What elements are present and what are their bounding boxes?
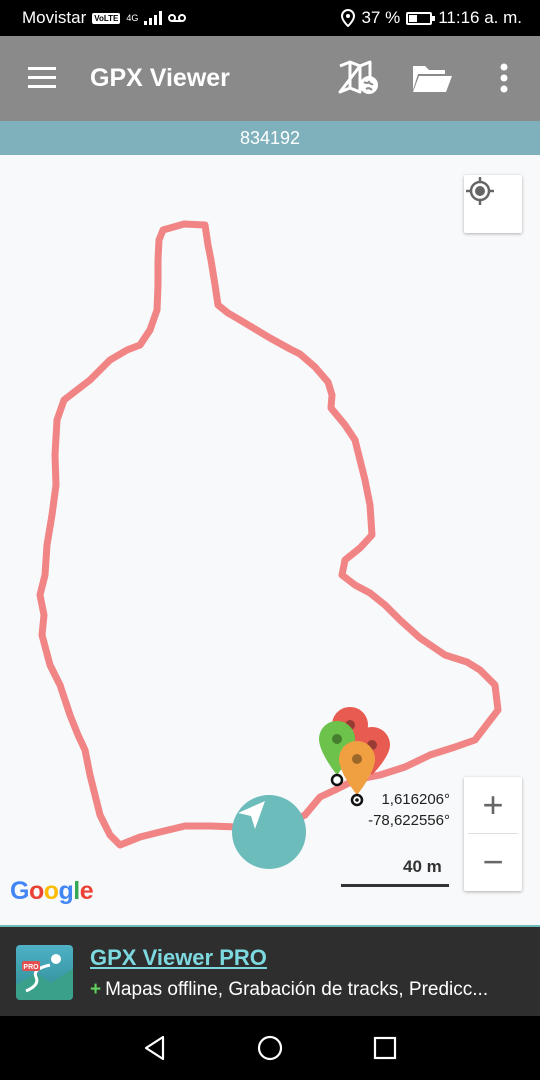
battery-level xyxy=(409,14,417,22)
recents-square-icon[interactable] xyxy=(371,1034,399,1062)
carrier-name: Movistar xyxy=(22,8,87,27)
gpx-track-line xyxy=(36,220,502,849)
app-toolbar: GPX Viewer xyxy=(0,36,540,121)
zoom-in-button[interactable]: + xyxy=(464,777,522,833)
ad-subtitle-text: Mapas offline, Grabación de tracks, Pred… xyxy=(105,979,489,1000)
battery-percent: 37 % xyxy=(361,8,401,27)
track-name-banner: 834192 xyxy=(0,121,540,155)
map-globe-icon[interactable] xyxy=(336,58,380,98)
battery-icon xyxy=(406,11,436,25)
status-left: Movistar VoLTE 4G xyxy=(22,8,187,28)
navigation-arrow-icon xyxy=(238,801,265,829)
app-title: GPX Viewer xyxy=(90,64,230,92)
crosshair-icon xyxy=(466,177,494,205)
zoom-out-button[interactable]: − xyxy=(464,834,522,890)
google-logo: Google xyxy=(10,877,94,905)
coordinate-longitude: -78,622556° xyxy=(368,812,450,829)
voicemail-icon xyxy=(168,14,187,22)
ad-title-link[interactable]: GPX Viewer PRO xyxy=(90,945,267,971)
plus-icon: + xyxy=(90,979,102,1000)
system-navigation-bar xyxy=(0,1016,540,1080)
status-right: 37 % 11:16 a. m. xyxy=(341,8,522,28)
location-icon xyxy=(341,9,356,27)
network-type: 4G xyxy=(126,12,139,23)
volte-badge: VoLTE xyxy=(92,12,121,24)
folder-open-icon[interactable] xyxy=(410,58,454,98)
orange-marker[interactable] xyxy=(339,741,375,807)
svg-text:PRO: PRO xyxy=(23,964,39,971)
home-circle-icon[interactable] xyxy=(256,1034,284,1062)
gpx-pro-app-icon[interactable]: PRO xyxy=(16,945,73,1000)
signal-icon xyxy=(144,11,163,25)
coordinate-latitude: 1,616206° xyxy=(381,791,450,808)
zoom-controls: + − xyxy=(464,777,522,891)
pro-ad-banner[interactable]: PRO GPX Viewer PRO + Mapas offline, Graba… xyxy=(0,925,540,1016)
map-view[interactable]: 1,616206° -78,622556° + − 40 m Google xyxy=(0,155,540,925)
status-bar: Movistar VoLTE 4G 37 % 11:16 a. m. xyxy=(0,0,540,36)
clock: 11:16 a. m. xyxy=(438,8,522,27)
navigation-fab[interactable] xyxy=(232,795,306,869)
hamburger-menu-icon[interactable] xyxy=(28,67,56,89)
ad-subtitle: + Mapas offline, Grabación de tracks, Pre… xyxy=(90,979,526,1001)
map-scale-label: 40 m xyxy=(403,857,442,876)
back-triangle-icon[interactable] xyxy=(141,1034,169,1062)
more-vert-icon[interactable] xyxy=(482,58,526,98)
map-scale-bar xyxy=(341,884,449,887)
my-location-button[interactable] xyxy=(464,175,522,233)
